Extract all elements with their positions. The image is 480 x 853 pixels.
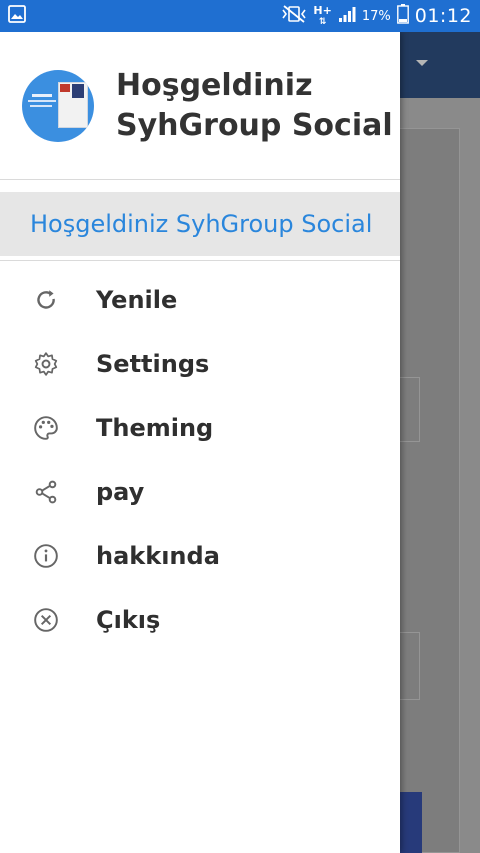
navigation-drawer: Hoşgeldiniz SyhGroup Social Hoşgeldiniz … xyxy=(0,32,400,853)
logo-stroke xyxy=(32,94,52,97)
drawer-item-label: hakkında xyxy=(96,542,220,570)
app-bottom-button xyxy=(400,792,422,853)
logo-mark xyxy=(72,84,84,98)
drawer-item-label: pay xyxy=(96,478,145,506)
dropdown-arrow-icon xyxy=(416,60,428,66)
drawer-item-settings[interactable]: Settings xyxy=(0,332,400,396)
network-type: H+ xyxy=(313,3,332,17)
status-left xyxy=(8,5,26,27)
drawer-item-refresh[interactable]: Yenile xyxy=(0,268,400,332)
drawer-header: Hoşgeldiniz SyhGroup Social xyxy=(0,32,400,180)
palette-icon xyxy=(32,414,60,442)
logo-mark xyxy=(60,84,70,92)
drawer-menu-list: Yenile Settings Theming pay hakkında Çık… xyxy=(0,268,400,652)
drawer-item-home-active[interactable]: Hoşgeldiniz SyhGroup Social xyxy=(0,192,400,256)
gear-icon xyxy=(32,350,60,378)
drawer-item-exit[interactable]: Çıkış xyxy=(0,588,400,652)
divider xyxy=(0,260,400,261)
info-icon xyxy=(32,542,60,570)
gallery-notification-icon xyxy=(8,5,26,27)
share-icon xyxy=(32,478,60,506)
drawer-item-label: Theming xyxy=(96,414,214,442)
drawer-item-label: Settings xyxy=(96,350,210,378)
app-input-box xyxy=(398,632,420,700)
drawer-header-title: Hoşgeldiniz SyhGroup Social xyxy=(116,68,393,143)
logo-stroke xyxy=(30,105,52,107)
drawer-item-label: Yenile xyxy=(96,286,178,314)
drawer-item-label: Çıkış xyxy=(96,606,161,634)
battery-icon xyxy=(396,4,409,28)
app-input-box xyxy=(398,377,420,442)
avatar[interactable] xyxy=(22,70,94,142)
status-bar: H+ ⇅ 17% 01:12 xyxy=(0,0,480,32)
refresh-icon xyxy=(32,286,60,314)
mute-vibrate-icon xyxy=(281,5,307,27)
status-right: H+ ⇅ 17% 01:12 xyxy=(281,4,472,28)
signal-icon xyxy=(338,5,356,27)
battery-percent: 17% xyxy=(361,8,391,24)
drawer-item-pay[interactable]: pay xyxy=(0,460,400,524)
drawer-item-about[interactable]: hakkında xyxy=(0,524,400,588)
drawer-item-theming[interactable]: Theming xyxy=(0,396,400,460)
logo-stroke xyxy=(28,100,56,102)
close-circle-icon xyxy=(32,606,60,634)
network-type-indicator: H+ ⇅ xyxy=(313,3,332,27)
clock: 01:12 xyxy=(414,5,472,27)
